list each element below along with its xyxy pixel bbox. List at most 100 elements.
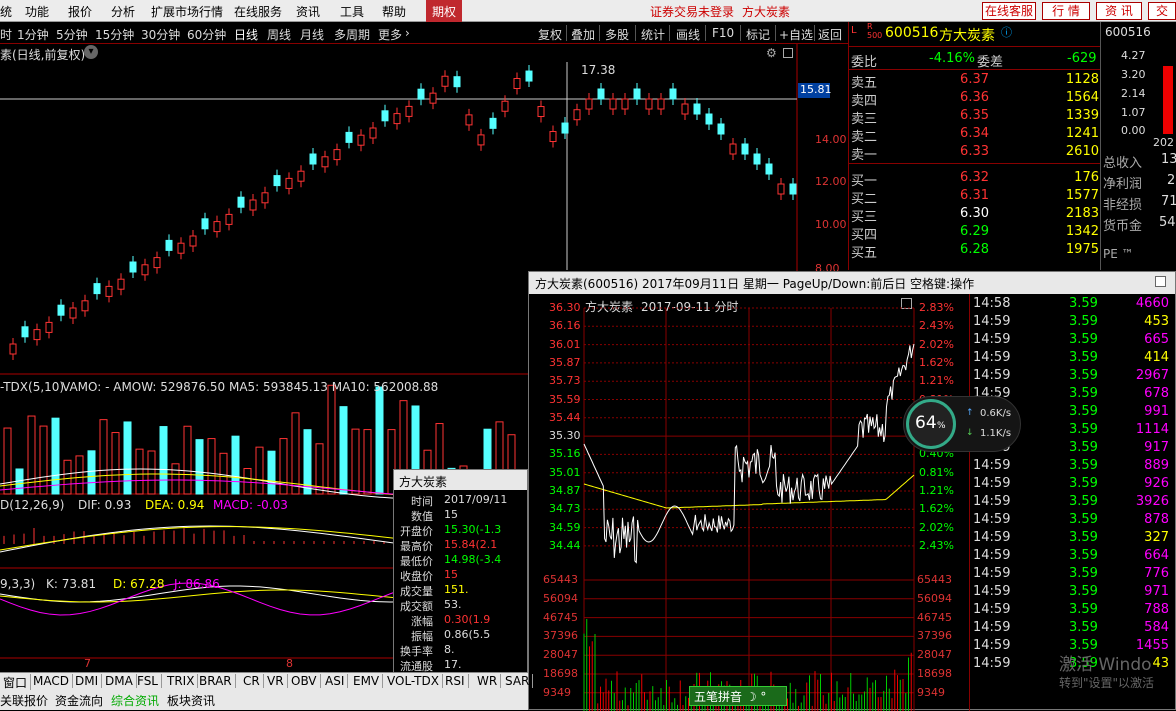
period-5min[interactable]: 5分钟 xyxy=(56,26,88,43)
indicator-tab[interactable]: EMV xyxy=(350,674,384,688)
indicator-tab[interactable]: ASI xyxy=(322,674,349,688)
info-icon[interactable]: ⓘ xyxy=(1001,24,1012,40)
tick-volume: 889 xyxy=(1144,458,1169,473)
sell-row[interactable]: 卖三 6.35 1339 xyxy=(849,108,1101,127)
back-button[interactable]: 返回 xyxy=(818,26,842,43)
price-tick: 34.87 xyxy=(549,484,581,497)
buy-row[interactable]: 买五 6.28 1975 xyxy=(849,242,1101,261)
indicator-tab[interactable]: OBV xyxy=(288,674,321,688)
draw-button[interactable]: 画线 xyxy=(676,26,700,43)
tick-price: 3.59 xyxy=(1069,386,1098,401)
indicator-tab[interactable]: BRAR xyxy=(196,674,236,688)
support-button[interactable]: 在线客服 xyxy=(982,2,1036,20)
net-speed-widget[interactable]: 64 % ↑ 0.6K/s ↓ 1.1K/s xyxy=(903,396,1021,452)
indicator-tab[interactable]: TRIX xyxy=(164,674,199,688)
menu-item-ext-market[interactable]: 扩展市场行情 xyxy=(151,3,223,19)
tick-time: 14:59 xyxy=(973,620,1011,635)
buy-row[interactable]: 买二 6.31 1577 xyxy=(849,188,1101,207)
period-30min[interactable]: 30分钟 xyxy=(141,26,180,43)
period-1min[interactable]: 1分钟 xyxy=(17,26,49,43)
sell-row[interactable]: 卖二 6.34 1241 xyxy=(849,126,1101,145)
indicator-tab[interactable]: CR xyxy=(240,674,264,688)
price-tick: 36.30 xyxy=(549,301,581,314)
indicator-tab[interactable]: MACD xyxy=(30,674,73,688)
tick-volume: 788 xyxy=(1144,602,1169,617)
overlay-button[interactable]: 叠加 xyxy=(571,26,595,43)
tick-volume: 678 xyxy=(1144,386,1169,401)
options-tab[interactable]: 期权 xyxy=(426,0,463,22)
price-tick: 35.16 xyxy=(549,447,581,461)
menu-item-news[interactable]: 资讯 xyxy=(296,3,320,19)
period-more[interactable]: 更多 xyxy=(378,26,402,43)
menu-item-help[interactable]: 帮助 xyxy=(382,3,406,19)
buy-row[interactable]: 买三 6.30 2183 xyxy=(849,206,1101,225)
current-stock: 方大炭素 xyxy=(742,5,791,19)
menu-item-function[interactable]: 功能 xyxy=(25,3,49,19)
indicator-tab[interactable]: VOL-TDX xyxy=(384,674,443,688)
menu-item-online[interactable]: 在线服务 xyxy=(234,3,282,19)
period-monthly[interactable]: 月线 xyxy=(300,26,324,43)
indicator-tab[interactable]: DMI xyxy=(72,674,103,688)
sell-level: 卖三 xyxy=(851,112,878,127)
quote-button[interactable]: 行 情 xyxy=(1042,2,1090,20)
bottom-tab[interactable]: 综合资讯 xyxy=(111,692,159,709)
weicha-label: 委差 xyxy=(977,55,1004,70)
buy-row[interactable]: 买一 6.32 176 xyxy=(849,170,1101,189)
news-button[interactable]: 资 讯 xyxy=(1096,2,1142,20)
sell-row[interactable]: 卖一 6.33 2610 xyxy=(849,144,1101,163)
period-15min[interactable]: 15分钟 xyxy=(95,26,134,43)
sell-row[interactable]: 卖五 6.37 1128 xyxy=(849,72,1101,91)
period-weekly[interactable]: 周线 xyxy=(267,26,291,43)
buy-row[interactable]: 买四 6.29 1342 xyxy=(849,224,1101,243)
menu-item-quote[interactable]: 报价 xyxy=(68,3,92,19)
data-window-value: 17. xyxy=(444,658,462,671)
vol-tick: 28047 xyxy=(543,648,578,662)
multi-stock-button[interactable]: 多股 xyxy=(605,26,629,43)
popup-title[interactable]: 方大炭素(600516) 2017年09月11日 星期一 PageUp/Down… xyxy=(529,272,1175,294)
tick-time: 14:59 xyxy=(973,548,1011,563)
divider xyxy=(814,25,815,41)
macd-name[interactable]: D(12,26,9) xyxy=(0,498,64,512)
indicator-tab[interactable]: DMA xyxy=(102,674,137,688)
trade-button[interactable]: 交 xyxy=(1148,2,1176,20)
menu-item-analysis[interactable]: 分析 xyxy=(111,3,135,19)
indicator-tab[interactable]: VR xyxy=(264,674,288,688)
quote-name: 方大炭素 xyxy=(939,28,995,44)
add-watchlist-button[interactable]: +自选 xyxy=(779,26,813,43)
ime-indicator[interactable]: 五笔拼音 ☽ ° xyxy=(689,686,787,706)
menu-item-system[interactable]: 统 xyxy=(0,3,12,19)
pct-tick: 0.81% xyxy=(919,465,954,479)
menu-item-tools[interactable]: 工具 xyxy=(340,3,364,19)
vol-tick-right: 9349 xyxy=(917,685,945,699)
mini-bar xyxy=(1163,66,1173,134)
mark-button[interactable]: 标记 xyxy=(746,26,770,43)
period-multi[interactable]: 多周期 xyxy=(334,26,370,43)
indicator-tab[interactable]: RSI xyxy=(442,674,469,688)
intraday-popup[interactable]: 方大炭素(600516) 2017年09月11日 星期一 PageUp/Down… xyxy=(528,271,1176,711)
kdj-name[interactable]: 9,3,3) xyxy=(0,577,35,591)
download-speed: 1.1K/s xyxy=(980,428,1012,439)
indicator-tab[interactable]: SAR xyxy=(502,674,534,688)
period-60min[interactable]: 60分钟 xyxy=(187,26,226,43)
weibi-label: 委比 xyxy=(851,55,878,70)
chevron-right-icon[interactable]: › xyxy=(405,26,410,40)
adjust-button[interactable]: 复权 xyxy=(538,26,562,43)
data-window[interactable]: 方大炭素 时间 2017/09/11 数值 15 开盘价 15.30(-1.3 最高价 15.… xyxy=(393,469,528,676)
indicator-tab[interactable]: FSL xyxy=(134,674,162,688)
tick-row: 14:59 3.59 453 xyxy=(969,314,1175,332)
vol-indicator-name[interactable]: -TDX(5,10) xyxy=(0,380,64,394)
bottom-tab[interactable]: 关联报价 xyxy=(0,692,48,709)
f10-button[interactable]: F10 xyxy=(712,26,734,40)
sell-row[interactable]: 卖四 6.36 1564 xyxy=(849,90,1101,109)
indicator-tab[interactable]: WR xyxy=(474,674,502,688)
popup-restore-icon[interactable] xyxy=(1155,276,1166,287)
vol-tick-right: 65443 xyxy=(917,573,952,586)
stats-button[interactable]: 统计 xyxy=(641,26,665,43)
period-daily[interactable]: 日线 xyxy=(234,26,258,43)
bottom-tab[interactable]: 资金流向 xyxy=(55,692,103,709)
indicator-tab[interactable]: 窗口 xyxy=(0,674,32,691)
period-tick[interactable]: 时 xyxy=(0,26,12,43)
price-tick: 35.73 xyxy=(549,374,581,388)
bottom-tab[interactable]: 板块资讯 xyxy=(167,692,215,709)
mini-v3: 1.07 xyxy=(1121,106,1146,119)
